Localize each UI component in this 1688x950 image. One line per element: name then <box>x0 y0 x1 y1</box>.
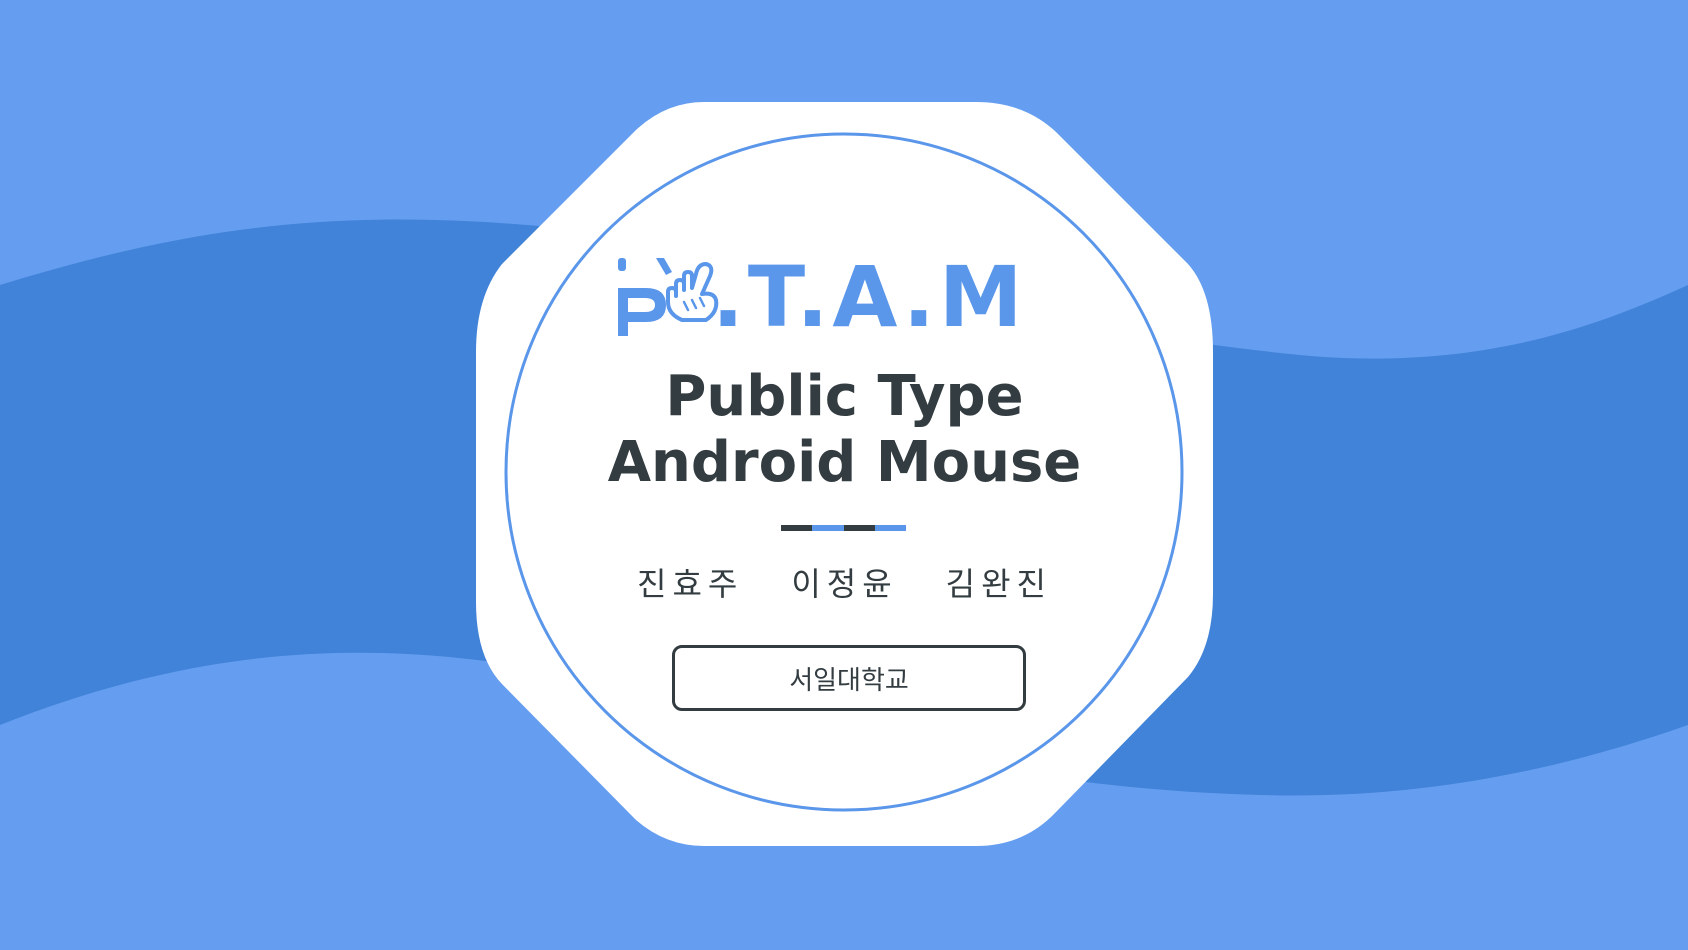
author-name: 진효주 <box>637 565 744 603</box>
ptam-logo: .T.A.M <box>616 252 1076 342</box>
title-divider <box>781 525 906 531</box>
logo-text: .T.A.M <box>712 248 1027 346</box>
author-name: 김완진 <box>945 565 1052 603</box>
title-line-1: Public Type <box>665 364 1024 429</box>
divider-segment-blue <box>874 525 906 531</box>
school-button[interactable]: 서일대학교 <box>672 645 1026 711</box>
divider-segment-dark <box>781 525 813 531</box>
divider-segment-dark <box>843 525 875 531</box>
title-card: .T.A.M Public Type Android Mouse 진효주 이정윤… <box>476 102 1213 846</box>
author-name: 이정윤 <box>791 565 898 603</box>
school-label: 서일대학교 <box>789 665 909 696</box>
title-line-2: Android Mouse <box>607 430 1082 495</box>
authors-list: 진효주 이정윤 김완진 <box>476 562 1213 606</box>
divider-segment-blue <box>812 525 844 531</box>
